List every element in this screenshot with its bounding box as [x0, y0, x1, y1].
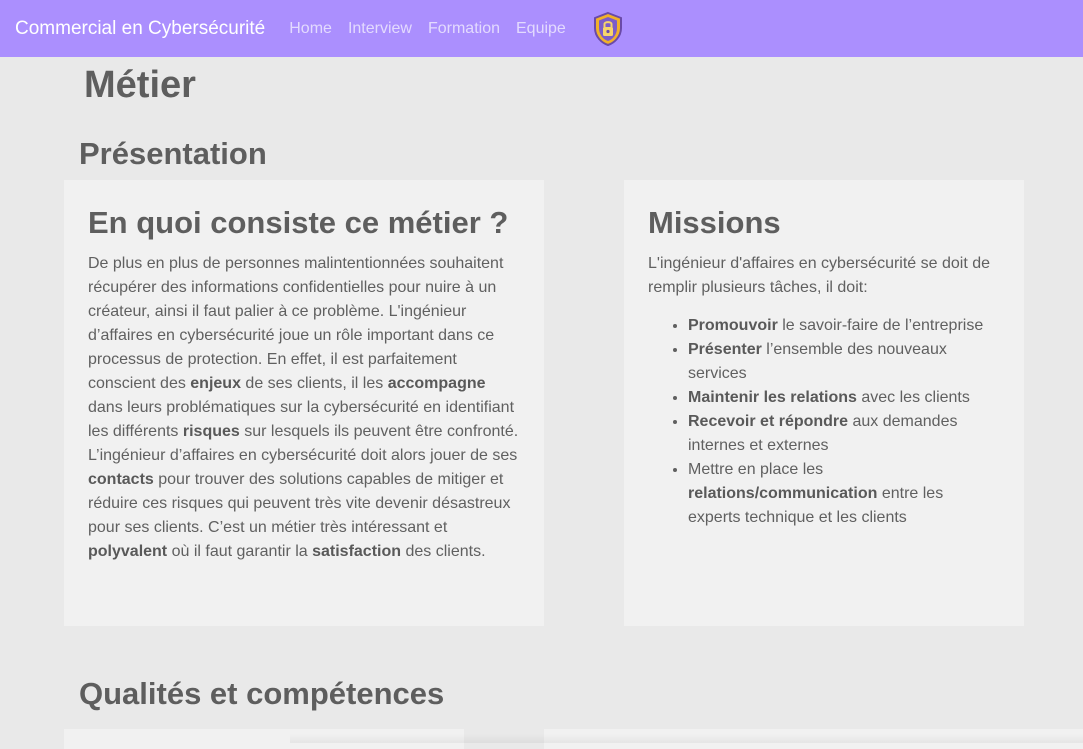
list-item: Présenter l’ensemble des nouveaux servic…	[688, 338, 1000, 386]
card-metier: En quoi consiste ce métier ? De plus en …	[64, 180, 544, 626]
page-title: Métier	[84, 64, 196, 106]
card-missions-title: Missions	[648, 205, 781, 240]
nav-link-equipe[interactable]: Equipe	[516, 20, 566, 38]
card-missions-intro: L'ingénieur d'affaires en cybersécurité …	[648, 255, 991, 296]
card-metier-text: De plus en plus de personnes malintentio…	[88, 255, 519, 560]
brand-link[interactable]: Commercial en Cybersécurité	[15, 18, 265, 40]
qualities-heading: Qualités et compétences	[79, 676, 445, 711]
scroll-shadow	[290, 734, 1083, 743]
missions-list: Promouvoir le savoir-faire de l’entrepri…	[648, 314, 1000, 530]
list-item: Maintenir les relations avec les clients	[688, 386, 1000, 410]
list-item: Recevoir et répondre aux demandes intern…	[688, 410, 1000, 458]
list-item: Promouvoir le savoir-faire de l’entrepri…	[688, 314, 1000, 338]
navbar: Commercial en Cybersécurité Home Intervi…	[0, 0, 1083, 57]
list-item: Mettre en place les relations/communicat…	[688, 458, 1000, 530]
nav-links: Home Interview Formation Equipe	[289, 20, 566, 38]
presentation-heading: Présentation	[79, 136, 267, 171]
nav-link-home[interactable]: Home	[289, 20, 332, 38]
shield-lock-icon	[592, 11, 624, 47]
nav-link-interview[interactable]: Interview	[348, 20, 412, 38]
card-metier-title: En quoi consiste ce métier ?	[88, 205, 509, 240]
card-missions: Missions L'ingénieur d'affaires en cyber…	[624, 180, 1024, 626]
nav-link-formation[interactable]: Formation	[428, 20, 500, 38]
